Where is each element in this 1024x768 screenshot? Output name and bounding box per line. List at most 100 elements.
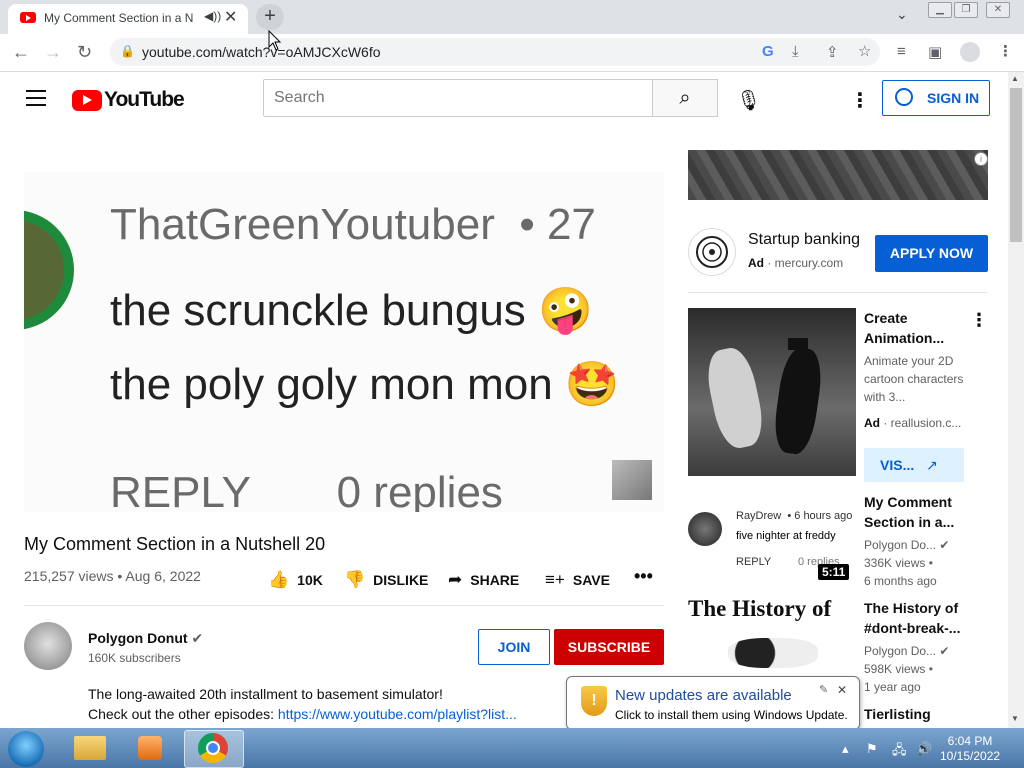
media-control-icon[interactable]: ≡ <box>897 43 906 60</box>
more-actions-icon[interactable]: ••• <box>634 566 653 587</box>
search-box[interactable] <box>263 79 653 117</box>
thumb-user: RayDrew <box>736 510 782 522</box>
channel-name-text[interactable]: Polygon Donut <box>88 630 188 646</box>
save-label: SAVE <box>572 572 610 588</box>
rec-channel-name[interactable]: Polygon Do... <box>864 644 936 658</box>
rec-thumbnail[interactable]: RayDrew • 6 hours ago five nighter at fr… <box>688 494 856 586</box>
taskbar-clock[interactable]: 6:04 PM 10/15/2022 <box>940 734 1000 764</box>
dislike-button[interactable]: 👎 DISLIKE <box>344 570 428 590</box>
rec-title[interactable]: Tierlisting <box>864 704 974 724</box>
settings-more-icon[interactable]: ⋮ <box>850 88 870 113</box>
channel-watermark-image[interactable] <box>612 460 652 500</box>
voice-search-mic-icon[interactable]: 🎙 <box>736 88 761 113</box>
minimize-button[interactable]: ▁ <box>928 2 952 18</box>
scroll-up-icon[interactable]: ▲ <box>1011 74 1019 83</box>
rec-title[interactable]: Create Animation... <box>864 308 974 348</box>
ad-title[interactable]: Startup banking <box>748 231 860 249</box>
video-frame-comment-author: ThatGreenYoutuber • 27 <box>110 200 596 249</box>
side-panel-icon[interactable]: ▣ <box>928 43 942 61</box>
notification-options-icon[interactable]: ✎ <box>819 683 828 696</box>
notification-close-icon[interactable]: ✕ <box>837 683 847 697</box>
rec-title[interactable]: My Comment Section in a... <box>864 492 974 532</box>
playlist-link[interactable]: https://www.youtube.com/playlist?list... <box>278 706 517 722</box>
audio-playing-icon[interactable]: ◀)) <box>204 9 221 23</box>
windows-update-notification[interactable]: ! New updates are available Click to ins… <box>566 676 860 730</box>
tab-title: My Comment Section in a Nutshell 20 - Yo… <box>44 11 194 25</box>
google-lens-icon[interactable]: G <box>762 43 774 60</box>
description-line2: Check out the other episodes: https://ww… <box>88 706 517 722</box>
sidebar-divider <box>688 292 988 293</box>
rec-more-icon[interactable]: ⋮ <box>970 310 988 331</box>
save-button[interactable]: ≡+ SAVE <box>545 570 610 590</box>
rec-channel[interactable]: Polygon Do... ✔ <box>864 536 974 554</box>
explorer-taskbar-button[interactable] <box>62 730 120 766</box>
hamburger-menu-icon[interactable] <box>26 90 46 111</box>
youtube-play-icon <box>72 90 102 111</box>
tab-close-icon[interactable]: ✕ <box>224 7 237 27</box>
cow-image <box>728 638 818 668</box>
like-button[interactable]: 👍 10K <box>268 570 323 590</box>
video-player[interactable]: ThatGreenYoutuber • 27 the scrunckle bun… <box>24 172 664 512</box>
lock-icon[interactable]: 🔒 <box>120 44 135 58</box>
install-icon[interactable]: ⤓ <box>792 43 799 60</box>
tab-search-chevron-icon[interactable]: ⌄ <box>896 6 908 23</box>
action-center-flag-icon[interactable]: ⚑ <box>866 741 878 757</box>
mouse-cursor-icon <box>268 29 282 57</box>
notification-title[interactable]: New updates are available <box>615 687 792 704</box>
scroll-down-icon[interactable]: ▼ <box>1011 714 1019 723</box>
ad-banner-image[interactable] <box>688 150 988 200</box>
youtube-header: YouTube ⌕ 🎙 ⋮ SIGN IN <box>0 72 1008 128</box>
dislike-label: DISLIKE <box>373 572 429 588</box>
media-player-taskbar-button[interactable] <box>122 730 180 766</box>
rec-title[interactable]: The History of #dont-break-... <box>864 598 974 638</box>
thumbs-up-icon: 👍 <box>268 570 290 589</box>
external-link-icon: ↗ <box>926 457 938 473</box>
back-arrow-icon[interactable]: ← <box>12 42 30 63</box>
ad-label: Ad <box>748 256 764 270</box>
sign-in-button[interactable]: SIGN IN <box>882 80 990 116</box>
bookmark-star-icon[interactable]: ☆ <box>858 42 871 60</box>
channel-avatar[interactable] <box>24 622 72 670</box>
share-button[interactable]: ➦ SHARE <box>448 570 519 590</box>
sign-in-label: SIGN IN <box>927 90 980 106</box>
visit-site-button[interactable]: VIS... ↗ <box>864 448 964 482</box>
visit-label: VIS... <box>880 457 915 473</box>
subscribe-button[interactable]: SUBSCRIBE <box>554 629 664 665</box>
notification-body[interactable]: Click to install them using Windows Upda… <box>615 708 848 722</box>
rec-channel-name[interactable]: Polygon Do... <box>864 538 936 552</box>
search-input[interactable] <box>264 80 636 116</box>
new-tab-button[interactable]: + <box>256 4 284 30</box>
show-hidden-icons-icon[interactable]: ▴ <box>842 741 849 757</box>
ad-domain: mercury.com <box>774 256 844 270</box>
close-window-button[interactable]: ✕ <box>986 2 1010 18</box>
rec-channel[interactable]: Polygon Do... ✔ <box>864 642 974 660</box>
start-button[interactable] <box>8 731 44 767</box>
share-arrow-icon: ➦ <box>448 570 463 589</box>
search-button[interactable]: ⌕ <box>653 79 718 117</box>
ad-info-icon[interactable]: i <box>974 152 988 166</box>
restore-button[interactable]: ❐ <box>954 2 978 18</box>
scrollbar-thumb[interactable] <box>1010 88 1022 242</box>
description-prefix: Check out the other episodes: <box>88 706 278 722</box>
chrome-taskbar-button[interactable] <box>184 730 244 768</box>
share-icon[interactable]: ⇪ <box>826 43 839 61</box>
browser-tab[interactable]: My Comment Section in a Nutshell 20 - Yo… <box>8 4 248 34</box>
url-text[interactable]: youtube.com/watch?v=oAMJCXcW6fo <box>142 44 381 60</box>
share-label: SHARE <box>470 572 520 588</box>
network-icon[interactable]: 🖧 <box>892 741 907 763</box>
channel-name[interactable]: Polygon Donut ✔ <box>88 630 203 647</box>
animation-ad-thumbnail[interactable] <box>688 308 856 476</box>
profile-icon[interactable] <box>960 42 980 62</box>
rec-thumbnail[interactable]: The History of <box>688 594 856 686</box>
duration-badge: 5:11 <box>818 564 850 580</box>
video-views-date: 215,257 views • Aug 6, 2022 <box>24 568 201 584</box>
apply-now-button[interactable]: APPLY NOW <box>875 235 988 272</box>
forward-arrow-icon[interactable]: → <box>44 42 62 63</box>
youtube-logo-text: YouTube <box>104 88 185 111</box>
chrome-menu-icon[interactable]: ⋮ <box>998 42 1013 60</box>
volume-icon[interactable]: 🔊 <box>916 741 932 757</box>
join-button[interactable]: JOIN <box>478 629 550 665</box>
reload-icon[interactable]: ↻ <box>77 42 92 63</box>
verified-check-icon: ✔ <box>939 538 950 552</box>
mercury-logo[interactable] <box>688 228 736 276</box>
